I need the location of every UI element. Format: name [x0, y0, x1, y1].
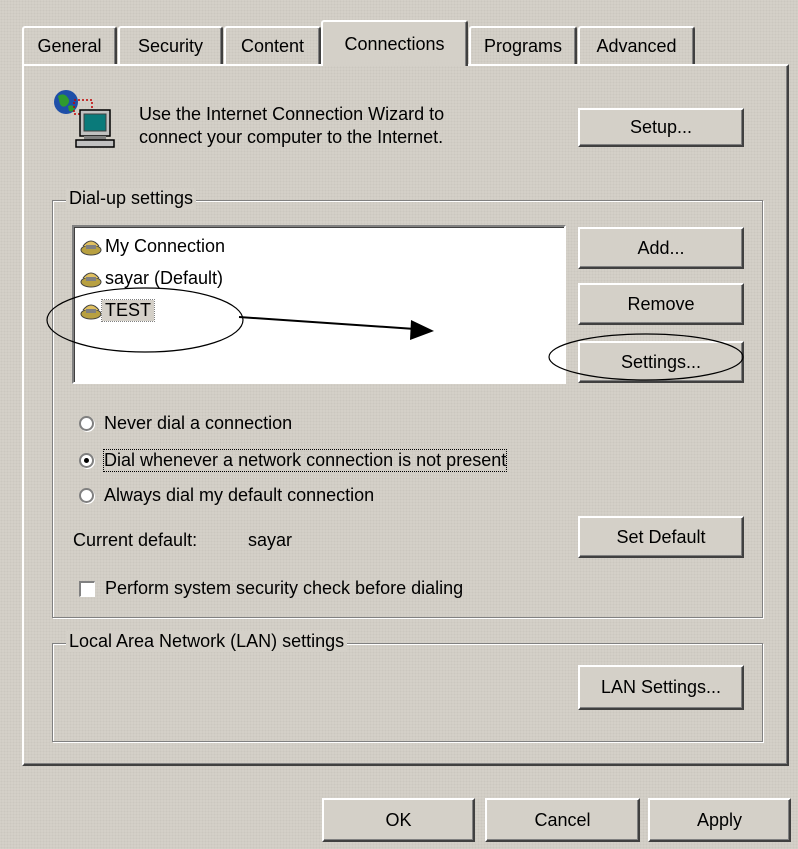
tab-programs[interactable]: Programs — [469, 26, 577, 64]
radio-label: Always dial my default connection — [104, 485, 375, 505]
wizard-text-line2: connect your computer to the Internet. — [139, 127, 444, 147]
wizard-text-line1: Use the Internet Connection Wizard to — [139, 104, 445, 124]
dialup-connection-icon — [80, 304, 102, 320]
radio-dial-whenever[interactable]: Dial whenever a network connection is no… — [79, 449, 508, 472]
remove-button[interactable]: Remove — [578, 283, 744, 325]
radio-label: Never dial a connection — [104, 413, 293, 433]
connection-label: My Connection — [105, 235, 226, 256]
lan-settings-button[interactable]: LAN Settings... — [578, 665, 744, 710]
radio-button[interactable] — [79, 488, 94, 503]
tab-connections[interactable]: Connections — [321, 20, 468, 66]
cancel-button[interactable]: Cancel — [485, 798, 640, 842]
network-computer-icon — [54, 90, 115, 148]
current-default-label: Current default: — [73, 530, 198, 550]
ok-button[interactable]: OK — [322, 798, 475, 842]
setup-button[interactable]: Setup... — [578, 108, 744, 147]
add-button[interactable]: Add... — [578, 227, 744, 269]
radio-button[interactable] — [79, 453, 94, 468]
dialup-connection-icon — [80, 272, 102, 288]
apply-button[interactable]: Apply — [648, 798, 791, 842]
set-default-button[interactable]: Set Default — [578, 516, 744, 558]
settings-button[interactable]: Settings... — [578, 341, 744, 383]
radio-never-dial[interactable]: Never dial a connection — [79, 413, 292, 434]
lan-settings-title: Local Area Network (LAN) settings — [66, 631, 348, 652]
tab-advanced[interactable]: Advanced — [578, 26, 695, 64]
radio-button[interactable] — [79, 416, 94, 431]
radio-always-dial[interactable]: Always dial my default connection — [79, 485, 374, 506]
security-check-checkbox[interactable] — [79, 580, 95, 597]
dialup-connection-icon — [80, 240, 102, 256]
tab-general[interactable]: General — [22, 26, 117, 64]
connection-label: TEST — [100, 298, 156, 322]
tab-content[interactable]: Content — [224, 26, 321, 64]
list-item[interactable]: My Connection — [80, 233, 228, 259]
list-item[interactable]: TEST — [80, 297, 156, 323]
radio-label: Dial whenever a network connection is no… — [102, 449, 508, 472]
dialup-settings-title: Dial-up settings — [66, 188, 197, 209]
current-default-value: sayar — [248, 530, 293, 550]
security-check-label: Perform system security check before dia… — [105, 578, 464, 598]
dialup-connections-list[interactable]: My Connection sayar (Default) TEST — [72, 225, 566, 384]
connection-label: sayar (Default) — [105, 267, 224, 288]
security-check-option[interactable]: Perform system security check before dia… — [79, 578, 463, 599]
tab-security[interactable]: Security — [118, 26, 223, 64]
list-item[interactable]: sayar (Default) — [80, 265, 226, 291]
